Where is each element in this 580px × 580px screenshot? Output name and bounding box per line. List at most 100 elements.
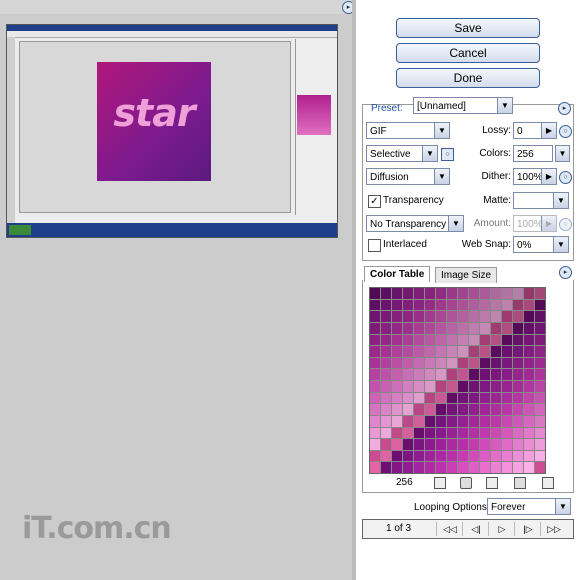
- play-button[interactable]: ▷: [488, 522, 515, 536]
- color-swatch[interactable]: [414, 415, 424, 427]
- color-swatch[interactable]: [524, 427, 534, 439]
- color-swatch[interactable]: [403, 288, 413, 299]
- color-swatch[interactable]: [381, 450, 391, 462]
- colors-dropdown[interactable]: ▼: [555, 145, 570, 162]
- color-swatch[interactable]: [381, 415, 391, 427]
- first-frame-button[interactable]: ◁◁: [436, 522, 463, 536]
- color-swatch[interactable]: [414, 322, 424, 334]
- color-swatch[interactable]: [436, 299, 446, 311]
- color-swatch[interactable]: [513, 450, 523, 462]
- color-swatch[interactable]: [403, 450, 413, 462]
- color-swatch[interactable]: [524, 404, 534, 415]
- color-swatch[interactable]: [425, 346, 435, 357]
- color-swatch[interactable]: [436, 381, 446, 392]
- color-swatch[interactable]: [458, 311, 468, 322]
- color-swatch[interactable]: [524, 346, 534, 357]
- color-swatch[interactable]: [480, 450, 490, 462]
- color-swatch[interactable]: [480, 369, 490, 380]
- color-swatch[interactable]: [447, 415, 457, 427]
- color-swatch[interactable]: [381, 404, 391, 415]
- color-table-menu-button[interactable]: ▸: [559, 266, 572, 279]
- color-swatch[interactable]: [480, 311, 490, 322]
- color-swatch[interactable]: [469, 439, 479, 450]
- color-swatch[interactable]: [403, 369, 413, 380]
- color-swatch[interactable]: [392, 322, 402, 334]
- color-swatch[interactable]: [425, 369, 435, 380]
- done-button[interactable]: Done: [396, 68, 540, 88]
- color-swatch[interactable]: [458, 322, 468, 334]
- color-swatch[interactable]: [513, 299, 523, 311]
- color-swatch[interactable]: [392, 381, 402, 392]
- map-transparency-icon[interactable]: [434, 477, 446, 489]
- dither-input[interactable]: 100% ▶: [513, 168, 557, 185]
- color-swatch[interactable]: [436, 415, 446, 427]
- new-color-icon[interactable]: [514, 477, 526, 489]
- color-swatch[interactable]: [414, 392, 424, 404]
- looping-select[interactable]: Forever ▼: [487, 498, 571, 515]
- color-swatch[interactable]: [370, 369, 380, 380]
- color-swatch[interactable]: [535, 427, 545, 439]
- color-swatch[interactable]: [403, 334, 413, 346]
- color-swatch[interactable]: [535, 299, 545, 311]
- color-swatch[interactable]: [491, 439, 501, 450]
- color-swatch[interactable]: [524, 462, 534, 473]
- color-swatch[interactable]: [403, 357, 413, 369]
- color-swatch[interactable]: [502, 427, 512, 439]
- color-swatch[interactable]: [403, 346, 413, 357]
- color-swatch[interactable]: [370, 450, 380, 462]
- color-swatch[interactable]: [469, 334, 479, 346]
- tab-color-table[interactable]: Color Table: [364, 266, 431, 282]
- color-swatch[interactable]: [392, 415, 402, 427]
- color-swatch[interactable]: [392, 439, 402, 450]
- color-swatch[interactable]: [502, 346, 512, 357]
- color-swatch[interactable]: [436, 439, 446, 450]
- color-swatch[interactable]: [502, 392, 512, 404]
- color-swatch[interactable]: [502, 439, 512, 450]
- color-swatch[interactable]: [502, 462, 512, 473]
- color-swatch[interactable]: [458, 288, 468, 299]
- matte-select[interactable]: ▼: [513, 192, 569, 209]
- color-swatch[interactable]: [370, 415, 380, 427]
- color-swatch[interactable]: [381, 346, 391, 357]
- color-swatch[interactable]: [469, 288, 479, 299]
- color-swatch[interactable]: [425, 288, 435, 299]
- color-swatch[interactable]: [469, 357, 479, 369]
- color-swatch[interactable]: [524, 450, 534, 462]
- color-swatch[interactable]: [502, 311, 512, 322]
- color-swatch[interactable]: [524, 311, 534, 322]
- dither-algorithm-select[interactable]: Diffusion ▼: [366, 168, 450, 185]
- color-swatch[interactable]: [491, 404, 501, 415]
- color-swatch[interactable]: [414, 311, 424, 322]
- color-swatch[interactable]: [480, 334, 490, 346]
- color-swatch[interactable]: [403, 415, 413, 427]
- color-swatch[interactable]: [403, 462, 413, 473]
- color-swatch[interactable]: [436, 450, 446, 462]
- color-swatch[interactable]: [469, 322, 479, 334]
- color-swatch[interactable]: [524, 334, 534, 346]
- cancel-button[interactable]: Cancel: [396, 43, 540, 63]
- color-swatch[interactable]: [502, 334, 512, 346]
- color-swatch[interactable]: [458, 299, 468, 311]
- color-swatch[interactable]: [480, 462, 490, 473]
- color-swatch[interactable]: [458, 427, 468, 439]
- color-swatch[interactable]: [491, 346, 501, 357]
- color-swatch[interactable]: [447, 404, 457, 415]
- color-swatch[interactable]: [524, 381, 534, 392]
- color-swatch[interactable]: [480, 322, 490, 334]
- color-swatch[interactable]: [447, 439, 457, 450]
- color-swatch[interactable]: [403, 427, 413, 439]
- color-swatch[interactable]: [370, 392, 380, 404]
- color-swatch[interactable]: [381, 299, 391, 311]
- color-swatch[interactable]: [535, 415, 545, 427]
- color-swatch[interactable]: [392, 334, 402, 346]
- color-swatch[interactable]: [403, 404, 413, 415]
- color-swatch[interactable]: [535, 404, 545, 415]
- color-swatch[interactable]: [524, 439, 534, 450]
- trash-icon[interactable]: [542, 477, 554, 489]
- color-swatch[interactable]: [535, 462, 545, 473]
- color-swatch[interactable]: [458, 462, 468, 473]
- color-swatch[interactable]: [370, 346, 380, 357]
- color-swatch[interactable]: [425, 299, 435, 311]
- color-swatch[interactable]: [436, 369, 446, 380]
- color-swatch[interactable]: [458, 381, 468, 392]
